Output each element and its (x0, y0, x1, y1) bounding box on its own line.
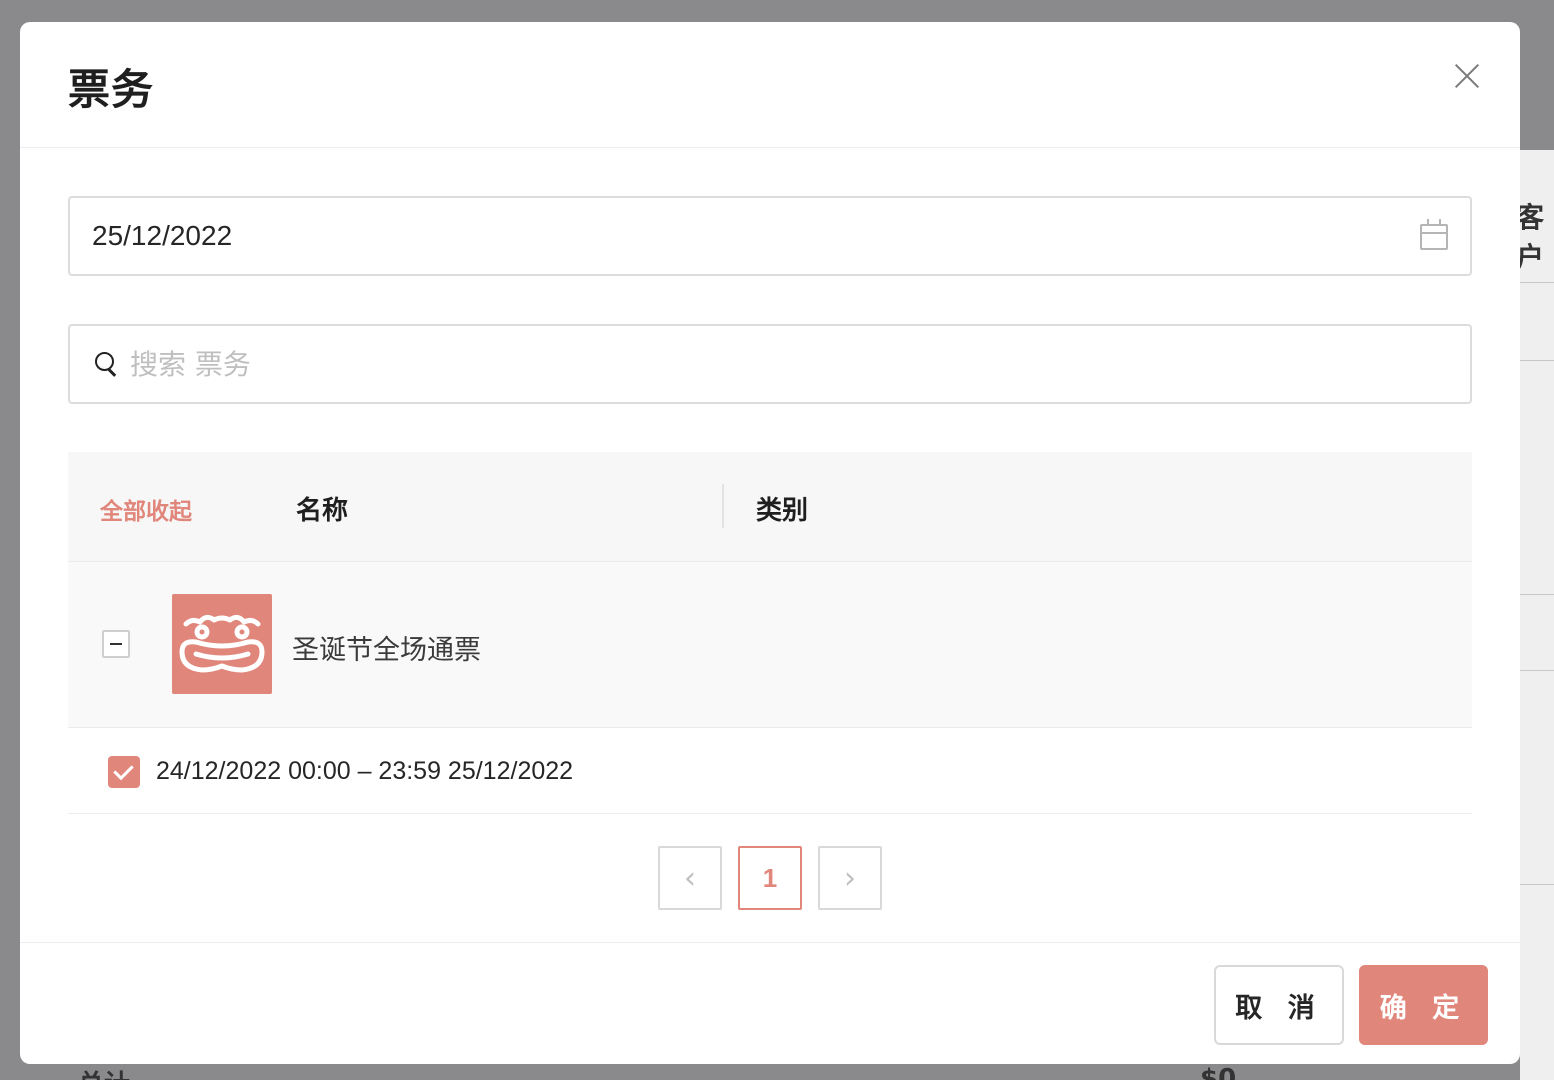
pagination: ‹ 1 › (658, 846, 882, 910)
collapse-toggle-icon[interactable] (102, 630, 130, 658)
modal-footer: 取 消 确 定 (20, 942, 1520, 1064)
ticket-table: 全部收起 名称 类别 圣诞节全场通票 24/12/2022 00:00 – 23… (68, 452, 1472, 814)
date-picker[interactable]: 25/12/2022 (68, 196, 1472, 276)
calendar-icon[interactable] (1420, 219, 1448, 250)
background-customer-label: 客户 (1516, 201, 1545, 274)
background-divider (1520, 670, 1554, 671)
page-button-current[interactable]: 1 (738, 846, 802, 910)
cancel-button[interactable]: 取 消 (1214, 965, 1344, 1045)
column-header-name: 名称 (296, 496, 349, 526)
background-divider (1520, 360, 1554, 361)
session-time-range: 24/12/2022 00:00 – 23:59 25/12/2022 (156, 757, 574, 785)
ticket-modal: 票务 25/12/2022 全部收起 名称 类别 (20, 22, 1520, 1064)
close-icon[interactable] (1450, 58, 1484, 92)
confirm-button[interactable]: 确 定 (1359, 965, 1488, 1045)
background-divider (1520, 282, 1554, 283)
background-divider (1520, 884, 1554, 885)
column-header-type: 类别 (756, 496, 809, 526)
search-box[interactable] (68, 324, 1472, 404)
session-row[interactable]: 24/12/2022 00:00 – 23:59 25/12/2022 (68, 728, 1472, 814)
date-value: 25/12/2022 (92, 220, 233, 251)
prev-page-button[interactable]: ‹ (658, 846, 722, 910)
next-page-button[interactable]: › (818, 846, 882, 910)
ticket-group-row[interactable]: 圣诞节全场通票 (68, 562, 1472, 728)
modal-header: 票务 (20, 22, 1520, 148)
session-checkbox[interactable] (108, 756, 140, 788)
collapse-all-link[interactable]: 全部收起 (100, 492, 192, 526)
column-divider (722, 484, 724, 528)
background-divider (1520, 594, 1554, 595)
search-icon (94, 351, 120, 377)
lion-dance-logo-icon (179, 614, 265, 673)
chevron-right-icon: › (844, 860, 856, 896)
background-total-label: 总计 (78, 1064, 130, 1080)
ticket-name: 圣诞节全场通票 (292, 635, 481, 666)
background-total-value: $0 (1200, 1064, 1237, 1080)
modal-title: 票务 (68, 65, 155, 114)
ticket-thumbnail (172, 594, 272, 694)
chevron-left-icon: ‹ (684, 860, 696, 896)
table-header: 全部收起 名称 类别 (68, 452, 1472, 562)
background-page-panel (1520, 150, 1554, 1080)
search-input[interactable] (130, 347, 1470, 381)
